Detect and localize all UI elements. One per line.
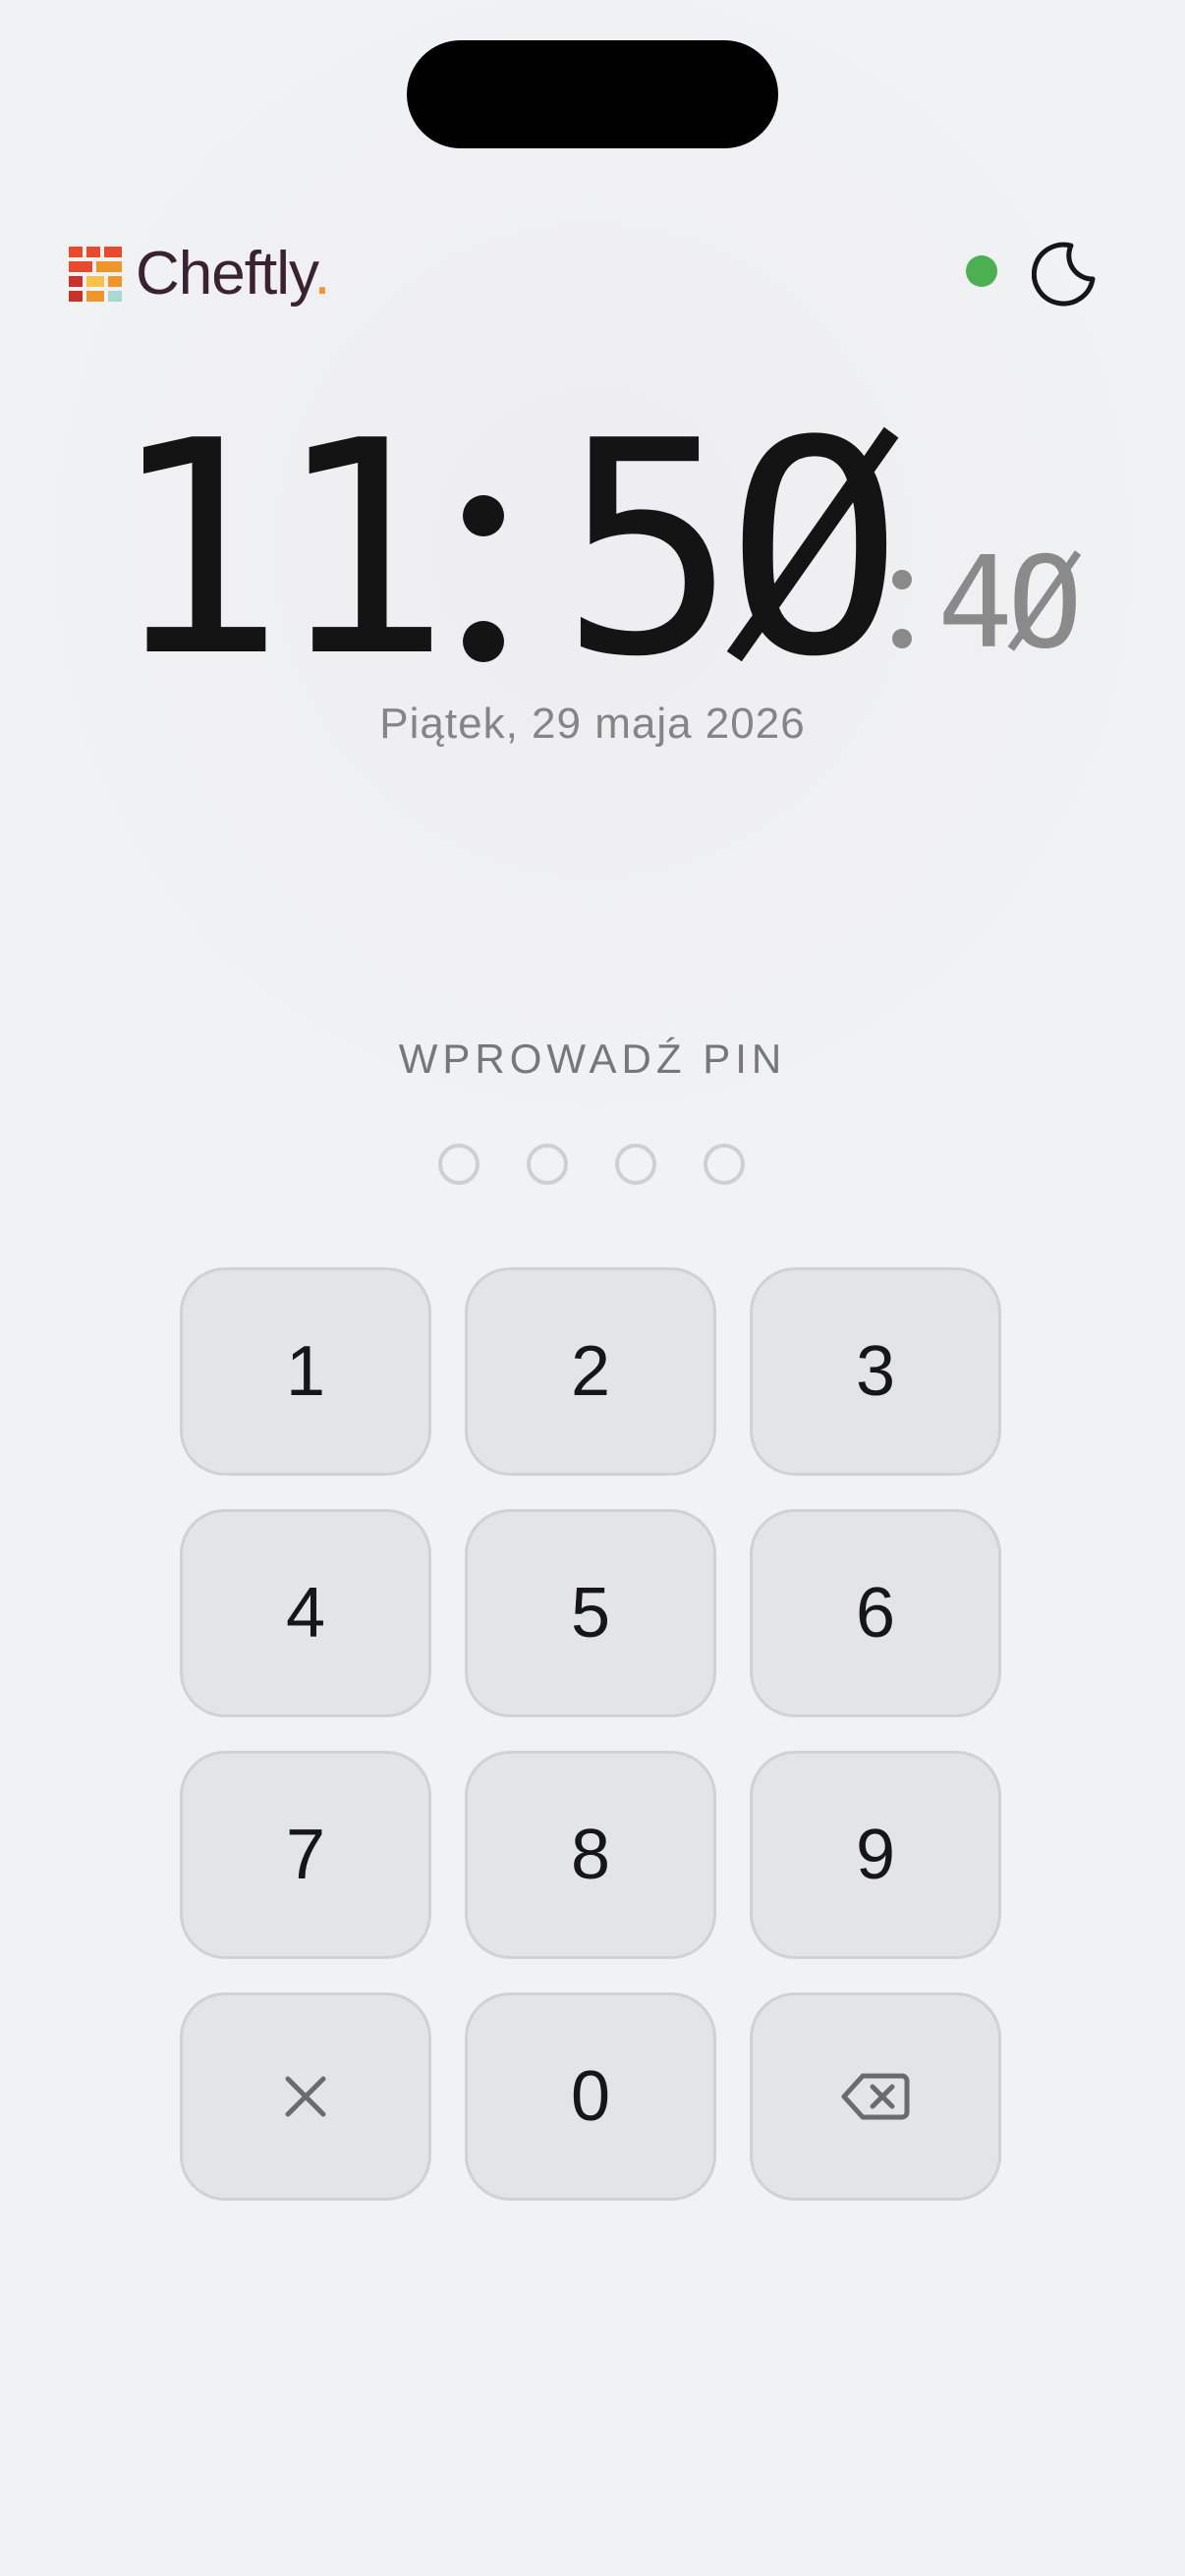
key-2[interactable]: 2	[465, 1267, 716, 1476]
pin-dot	[438, 1144, 480, 1185]
backspace-icon	[841, 2073, 910, 2120]
key-9[interactable]: 9	[750, 1751, 1001, 1959]
key-1[interactable]: 1	[180, 1267, 431, 1476]
pin-dot	[615, 1144, 656, 1185]
key-0[interactable]: 0	[465, 1992, 716, 2201]
clock-hours: 11	[108, 378, 451, 721]
current-date: Piątek, 29 maja 2026	[379, 700, 806, 748]
clock-colon	[455, 495, 518, 662]
brand-logo: Cheftly.	[69, 244, 331, 305]
key-6[interactable]: 6	[750, 1509, 1001, 1717]
pin-dot	[704, 1144, 745, 1185]
online-status-dot	[966, 255, 997, 287]
clock-minutes: 5Ø	[560, 378, 903, 721]
moon-icon[interactable]	[1032, 240, 1099, 307]
clock-seconds: 4Ø	[937, 531, 1083, 677]
clock: 11 5Ø 4Ø	[0, 378, 1185, 721]
seconds-colon	[889, 570, 915, 652]
key-5[interactable]: 5	[465, 1509, 716, 1717]
brand-dot: .	[313, 240, 330, 308]
brand-name: Cheftly.	[136, 244, 331, 305]
key-3[interactable]: 3	[750, 1267, 1001, 1476]
brand-logo-icon	[69, 247, 122, 302]
pin-keypad: 1 2 3 4 5 6 7 8 9 0	[180, 1267, 1005, 2205]
key-7[interactable]: 7	[180, 1751, 431, 1959]
pin-dot	[527, 1144, 568, 1185]
key-4[interactable]: 4	[180, 1509, 431, 1717]
pin-indicator	[438, 1144, 749, 1185]
pin-label: WPROWADŹ PIN	[398, 1036, 787, 1082]
camera-notch	[407, 40, 778, 148]
brand-name-text: Cheftly	[136, 240, 314, 308]
key-8[interactable]: 8	[465, 1751, 716, 1959]
backspace-button[interactable]	[750, 1992, 1001, 2201]
clear-button[interactable]	[180, 1992, 431, 2201]
close-icon	[285, 2076, 326, 2117]
header-bar: Cheftly.	[0, 226, 1185, 324]
